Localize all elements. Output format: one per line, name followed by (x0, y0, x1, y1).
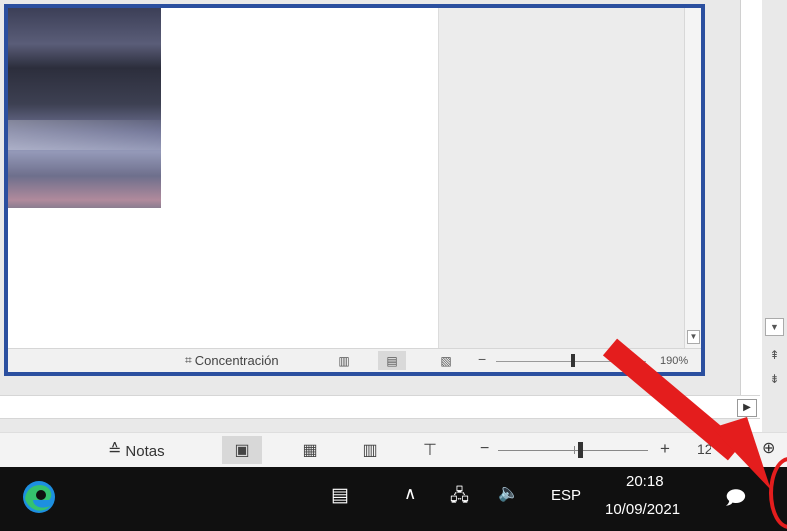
chevron-up-icon[interactable]: ∧ (404, 484, 416, 504)
zoom-percent[interactable]: 190% (660, 355, 688, 367)
fit-to-window-icon[interactable]: ⊕ (762, 438, 775, 458)
notes-icon: ≙ (108, 442, 122, 459)
zoom-out-button[interactable]: − (478, 351, 486, 367)
notification-icon[interactable]: 🗩 (725, 484, 746, 516)
previous-slide-icon[interactable]: ⇞ (765, 346, 784, 364)
zoom-slider-thumb[interactable] (578, 442, 583, 458)
network-icon[interactable]: 🖧 (450, 483, 469, 512)
reading-view-icon: ▥ (362, 442, 378, 459)
slide-sorter-button[interactable]: ▦ (290, 436, 330, 464)
presentation-vertical-scrollbar[interactable]: ▼ ⇞ ⇟ (762, 0, 787, 432)
normal-view-button[interactable]: ▣ (222, 436, 262, 464)
read-mode-icon: ▥ (338, 353, 350, 368)
print-layout-icon: ▤ (386, 353, 398, 368)
beach-photo[interactable] (8, 8, 161, 208)
clock-date[interactable]: 10/09/2021 (605, 501, 680, 518)
scroll-right-icon[interactable]: ▶ (737, 399, 757, 417)
focus-icon: ⌗ (185, 353, 192, 367)
next-slide-icon[interactable]: ⇟ (765, 370, 784, 388)
web-layout-icon: ▧ (440, 353, 452, 368)
print-layout-button[interactable]: ▤ (378, 351, 406, 370)
scroll-down-icon[interactable]: ▼ (687, 330, 700, 344)
scroll-down-icon[interactable]: ▼ (765, 318, 784, 336)
slide-sorter-icon: ▦ (302, 442, 318, 459)
notes-label: Notas (125, 442, 165, 460)
zoom-slider-track[interactable] (498, 450, 648, 451)
slideshow-button[interactable]: ⊤ (410, 436, 450, 464)
clock-time[interactable]: 20:18 (626, 473, 664, 490)
presenter-icon: ⊤ (423, 442, 437, 459)
edge-icon[interactable] (20, 478, 58, 516)
document-vertical-scrollbar[interactable]: ▼ (684, 8, 701, 348)
volume-icon[interactable]: 🔈 (498, 483, 519, 503)
zoom-out-button[interactable]: − (480, 440, 489, 458)
presentation-side-rail (740, 0, 762, 432)
document-gray-margin (438, 8, 684, 348)
news-widget-icon[interactable]: ▤ (331, 484, 349, 507)
presentation-horizontal-scrollbar[interactable] (0, 395, 760, 419)
water-sheen (8, 120, 161, 150)
document-page (8, 8, 438, 348)
screenshot-root: ▼ ⇞ ⇟ ▶ ≙ Notas ▣ ▦ ▥ ⊤ − + 12 ⊕ ▼ ⌗ Con… (0, 0, 787, 531)
focus-mode-button[interactable]: ⌗ Concentración (185, 353, 279, 368)
read-mode-button[interactable]: ▥ (330, 351, 358, 370)
web-layout-button[interactable]: ▧ (432, 351, 460, 370)
notes-button[interactable]: ≙ Notas (108, 440, 165, 462)
windows-taskbar (0, 467, 787, 531)
input-language[interactable]: ESP (551, 487, 581, 504)
zoom-in-button[interactable]: + (660, 439, 670, 459)
zoom-slider-thumb[interactable] (571, 354, 575, 367)
focus-label: Concentración (194, 353, 279, 368)
zoom-percent[interactable]: 12 (697, 441, 711, 457)
zoom-slider-center-tick (574, 446, 575, 454)
reading-view-button[interactable]: ▥ (350, 436, 390, 464)
document-window: ▼ ⌗ Concentración ▥ ▤ ▧ − 190% (4, 4, 705, 376)
normal-view-icon: ▣ (234, 442, 250, 459)
